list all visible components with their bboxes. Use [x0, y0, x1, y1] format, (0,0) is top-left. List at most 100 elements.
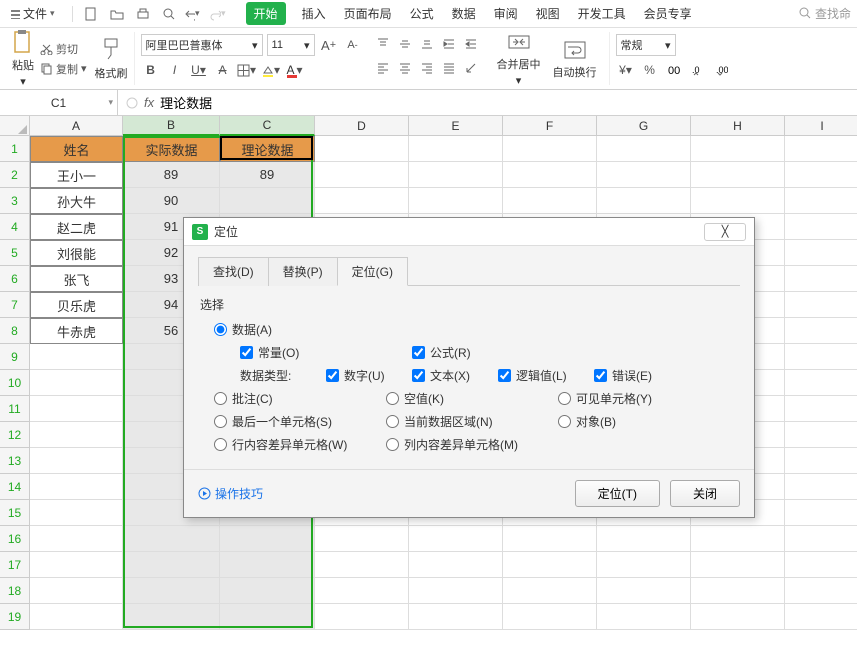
cell[interactable] [409, 162, 503, 188]
cell[interactable] [315, 188, 409, 214]
radio-rowdiff[interactable]: 行内容差异单元格(W) [214, 436, 386, 453]
cell[interactable] [785, 266, 857, 292]
percent-button[interactable]: % [640, 60, 660, 80]
row-header[interactable]: 3 [0, 188, 30, 214]
align-center-button[interactable] [395, 58, 415, 78]
col-header[interactable]: F [503, 116, 597, 136]
wrap-button[interactable]: 自动换行 [547, 38, 603, 80]
cell[interactable] [597, 188, 691, 214]
italic-button[interactable]: I [165, 60, 185, 80]
row-header[interactable]: 1 [0, 136, 30, 162]
align-left-button[interactable] [373, 58, 393, 78]
select-all-corner[interactable] [0, 116, 30, 136]
row-header[interactable]: 9 [0, 344, 30, 370]
col-header[interactable]: G [597, 116, 691, 136]
cell[interactable] [315, 136, 409, 162]
cell[interactable] [315, 162, 409, 188]
cell[interactable] [30, 396, 123, 422]
col-header[interactable]: H [691, 116, 785, 136]
cell[interactable]: 姓名 [30, 136, 123, 162]
cell[interactable] [123, 578, 220, 604]
cell[interactable] [691, 578, 785, 604]
cell[interactable]: 张飞 [30, 266, 123, 292]
cell[interactable] [30, 578, 123, 604]
copy-button[interactable]: 复制▾ [40, 61, 87, 77]
cell[interactable] [503, 578, 597, 604]
name-box[interactable]: C1 ▾ [0, 90, 118, 115]
cell[interactable] [785, 214, 857, 240]
cell[interactable]: 90 [123, 188, 220, 214]
font-grow-button[interactable]: A+ [319, 35, 339, 55]
tab-view[interactable]: 视图 [534, 1, 562, 26]
radio-visible[interactable]: 可见单元格(Y) [558, 390, 708, 407]
cell[interactable]: 刘很能 [30, 240, 123, 266]
cell[interactable] [785, 240, 857, 266]
cell[interactable] [30, 422, 123, 448]
orientation-button[interactable] [461, 58, 481, 78]
row-header[interactable]: 12 [0, 422, 30, 448]
merge-button[interactable]: 合并居中▾ [491, 30, 547, 87]
cell[interactable]: 赵二虎 [30, 214, 123, 240]
cell[interactable] [220, 188, 315, 214]
justify-button[interactable] [439, 58, 459, 78]
row-header[interactable]: 16 [0, 526, 30, 552]
cell[interactable] [785, 578, 857, 604]
font-size-select[interactable]: 11▾ [267, 34, 315, 56]
cell[interactable] [597, 552, 691, 578]
cell[interactable] [123, 604, 220, 630]
cell[interactable] [315, 552, 409, 578]
cell[interactable]: 实际数据 [123, 136, 220, 162]
row-header[interactable]: 13 [0, 448, 30, 474]
cell[interactable] [691, 526, 785, 552]
align-right-button[interactable] [417, 58, 437, 78]
check-number[interactable]: 数字(U) [326, 367, 412, 384]
print-icon[interactable] [132, 3, 154, 25]
cell[interactable] [220, 552, 315, 578]
radio-blank[interactable]: 空值(K) [386, 390, 558, 407]
redo-icon[interactable]: ▾ [210, 3, 232, 25]
cell[interactable] [785, 318, 857, 344]
row-header[interactable]: 18 [0, 578, 30, 604]
check-formula[interactable]: 公式(R) [412, 344, 584, 361]
cell[interactable] [409, 526, 503, 552]
cell[interactable] [409, 604, 503, 630]
radio-region[interactable]: 当前数据区域(N) [386, 413, 558, 430]
radio-coldiff[interactable]: 列内容差异单元格(M) [386, 436, 558, 453]
row-header[interactable]: 14 [0, 474, 30, 500]
cell[interactable] [691, 136, 785, 162]
cell[interactable] [409, 578, 503, 604]
cell[interactable] [30, 448, 123, 474]
cell[interactable] [691, 162, 785, 188]
cell[interactable] [785, 474, 857, 500]
cell[interactable]: 贝乐虎 [30, 292, 123, 318]
cell[interactable] [785, 292, 857, 318]
tab-member[interactable]: 会员专享 [642, 1, 694, 26]
row-header[interactable]: 5 [0, 240, 30, 266]
col-header[interactable]: A [30, 116, 123, 136]
cell[interactable] [220, 604, 315, 630]
dec-dec-button[interactable]: .00 [712, 60, 732, 80]
cell[interactable] [123, 526, 220, 552]
cancel-icon[interactable] [126, 97, 138, 109]
tab-replace[interactable]: 替换(P) [268, 257, 338, 286]
cell[interactable] [597, 604, 691, 630]
cell[interactable] [409, 552, 503, 578]
col-header[interactable]: D [315, 116, 409, 136]
open-icon[interactable] [106, 3, 128, 25]
undo-icon[interactable]: ▾ [184, 3, 206, 25]
col-header[interactable]: I [785, 116, 857, 136]
file-menu[interactable]: 文件 ▾ [6, 3, 65, 24]
indent-dec-button[interactable] [461, 34, 481, 54]
cell[interactable] [30, 526, 123, 552]
strike-button[interactable]: A [213, 60, 233, 80]
font-name-select[interactable]: 阿里巴巴普惠体▾ [141, 34, 263, 56]
row-header[interactable]: 7 [0, 292, 30, 318]
align-bot-button[interactable] [417, 34, 437, 54]
bold-button[interactable]: B [141, 60, 161, 80]
dec-inc-button[interactable]: .0 [688, 60, 708, 80]
row-header[interactable]: 8 [0, 318, 30, 344]
close-button[interactable]: 关闭 [670, 480, 740, 507]
cell[interactable]: 理论数据 [220, 136, 315, 162]
cell[interactable] [30, 344, 123, 370]
cell[interactable]: 牛赤虎 [30, 318, 123, 344]
